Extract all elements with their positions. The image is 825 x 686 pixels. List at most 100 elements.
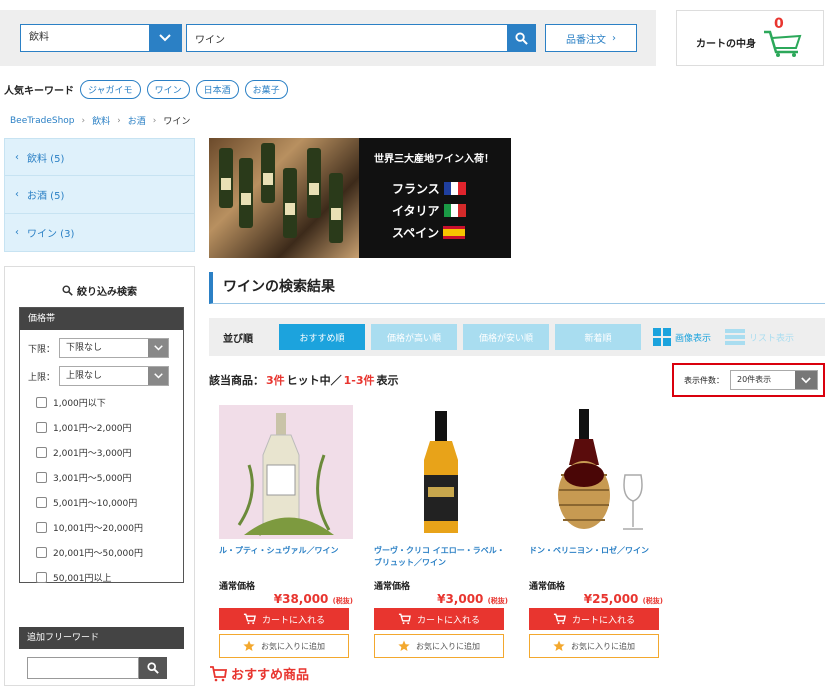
breadcrumb-item[interactable]: 飲料 xyxy=(92,114,110,127)
add-to-favorites-button[interactable]: お気に入りに追加 xyxy=(374,634,504,658)
product-image[interactable] xyxy=(374,405,508,539)
wine-bottles-image xyxy=(219,143,343,243)
price-range-option[interactable]: 2,001円～3,000円 xyxy=(36,444,183,461)
product-price: ¥38,000 (税抜) xyxy=(219,592,353,606)
chevron-left-icon: ‹ xyxy=(15,189,19,200)
product-card: ル・プティ・シュヴァル／ワイン 通常価格 ¥38,000 (税抜) カートに入れ… xyxy=(219,405,353,658)
add-to-cart-button[interactable]: カートに入れる xyxy=(374,608,504,630)
category-item[interactable]: ‹ お酒 (5) xyxy=(4,176,195,214)
chevron-down-icon xyxy=(148,367,169,385)
freeword-heading: 追加フリーワード xyxy=(19,627,184,649)
chevron-down-icon xyxy=(148,339,169,357)
checkbox[interactable] xyxy=(36,422,47,433)
search-input[interactable] xyxy=(187,25,507,51)
image-view-label: 画像表示 xyxy=(675,333,712,344)
tax-note: (税抜) xyxy=(642,597,663,605)
keyword-tag[interactable]: ワイン xyxy=(146,80,190,99)
breadcrumb-home[interactable]: BeeTradeShop xyxy=(10,116,75,126)
checkbox[interactable] xyxy=(36,447,47,458)
cart-icon xyxy=(243,613,256,625)
freeword-search-button[interactable] xyxy=(139,657,167,679)
star-icon xyxy=(553,640,565,651)
breadcrumb-current: ワイン xyxy=(163,117,191,127)
add-to-favorites-button[interactable]: お気に入りに追加 xyxy=(219,634,349,658)
chevron-left-icon: ‹ xyxy=(15,151,19,163)
price-range-option[interactable]: 10,001円～20,000円 xyxy=(36,519,183,536)
checkbox[interactable] xyxy=(36,497,47,508)
star-icon xyxy=(243,640,255,651)
upper-limit-row: 上限： 上限なし xyxy=(28,366,183,386)
category-item[interactable]: ‹ 飲料 (5) xyxy=(4,138,195,176)
price-label: 通常価格 xyxy=(529,582,566,592)
sort-newest[interactable]: 新着順 xyxy=(555,324,641,350)
product-name[interactable]: ル・プティ・シュヴァル／ワイン xyxy=(219,545,353,575)
filter-panel: 絞り込み検索 価格帯 下限： 下限なし 上限： 上限なし 1,000円以下 1,… xyxy=(4,266,195,686)
checkbox[interactable] xyxy=(36,572,47,583)
product-image[interactable] xyxy=(529,405,663,539)
price-range-option[interactable]: 20,001円～50,000円 xyxy=(36,544,183,561)
image-view-toggle[interactable]: 画像表示 xyxy=(653,328,711,346)
price-range-option[interactable]: 3,001円～5,000円 xyxy=(36,469,183,486)
order-by-number-button[interactable]: 品番注文 › xyxy=(545,24,637,52)
cart-button[interactable]: カートの中身 0 xyxy=(676,10,824,66)
add-to-favorites-button[interactable]: お気に入りに追加 xyxy=(529,634,659,658)
star-icon xyxy=(398,640,410,651)
price-filter-heading: 価格帯 xyxy=(20,308,183,330)
keyword-tag[interactable]: ジャガイモ xyxy=(80,80,141,99)
list-view-toggle[interactable]: リスト表示 xyxy=(725,329,794,345)
search-bar: 飲料 品番注文 › xyxy=(0,10,656,66)
recommended-section-title: おすすめ商品 xyxy=(209,664,309,683)
price-range-option[interactable]: 1,000円以下 xyxy=(36,394,183,411)
checkbox[interactable] xyxy=(36,547,47,558)
price-range-label: 50,001円以上 xyxy=(53,574,112,584)
product-image[interactable] xyxy=(219,405,353,539)
category-label: ワイン (3) xyxy=(27,229,75,240)
bottle-image xyxy=(424,411,458,533)
checkbox[interactable] xyxy=(36,397,47,408)
product-card: ドン・ペリニヨン・ロゼ／ワイン 通常価格 ¥25,000 (税抜) カートに入れ… xyxy=(529,405,663,658)
price-range-label: 5,001円～10,000円 xyxy=(53,499,138,509)
category-label: お酒 (5) xyxy=(27,191,65,202)
promo-banner[interactable]: 世界三大産地ワイン入荷！ フランス イタリア スペイン xyxy=(209,138,511,258)
price-range-option[interactable]: 50,001円以上 xyxy=(36,569,183,586)
breadcrumb-separator: › xyxy=(152,115,157,126)
chevron-right-icon: › xyxy=(612,32,616,44)
sort-bar: 並び順 おすすめ順 価格が高い順 価格が安い順 新着順 画像表示 リスト表示 xyxy=(209,318,825,356)
add-to-cart-button[interactable]: カートに入れる xyxy=(529,608,659,630)
results-title: ワインの検索結果 xyxy=(209,272,825,304)
checkbox[interactable] xyxy=(36,522,47,533)
breadcrumb: BeeTradeShop › 飲料 › お酒 › ワイン xyxy=(10,114,191,128)
search-button[interactable] xyxy=(507,25,535,51)
popular-keywords: 人気キーワード ジャガイモ ワイン 日本酒 お菓子 xyxy=(4,80,288,99)
product-price: ¥3,000 (税抜) xyxy=(374,592,508,606)
price-range-option[interactable]: 1,001円～2,000円 xyxy=(36,419,183,436)
lower-limit-select[interactable]: 下限なし xyxy=(59,338,170,358)
hits-prefix: 該当商品： xyxy=(209,374,264,387)
keyword-tag[interactable]: お菓子 xyxy=(244,80,288,99)
search-icon xyxy=(147,662,159,674)
checkbox[interactable] xyxy=(36,472,47,483)
cart-count: 0 xyxy=(774,16,784,32)
product-grid: ル・プティ・シュヴァル／ワイン 通常価格 ¥38,000 (税抜) カートに入れ… xyxy=(219,405,663,658)
breadcrumb-item[interactable]: お酒 xyxy=(128,114,146,127)
freeword-input[interactable] xyxy=(27,657,139,679)
sort-recommended[interactable]: おすすめ順 xyxy=(279,324,365,350)
price-range-label: 20,001円～50,000円 xyxy=(53,549,143,559)
category-item[interactable]: ‹ ワイン (3) xyxy=(4,214,195,252)
keyword-tag[interactable]: 日本酒 xyxy=(195,80,239,99)
add-to-favorites-label: お気に入りに追加 xyxy=(416,641,480,651)
price-range-option[interactable]: 5,001円～10,000円 xyxy=(36,494,183,511)
upper-limit-select[interactable]: 上限なし xyxy=(59,366,170,386)
price-label: 通常価格 xyxy=(219,582,256,592)
per-page-select[interactable]: 20件表示 xyxy=(730,370,818,390)
sort-price-high[interactable]: 価格が高い順 xyxy=(371,324,457,350)
product-name[interactable]: ドン・ペリニヨン・ロゼ／ワイン xyxy=(529,545,663,575)
product-name[interactable]: ヴーヴ・クリコ イエロー・ラベル・ブリュット／ワイン xyxy=(374,545,508,575)
add-to-cart-button[interactable]: カートに入れる xyxy=(219,608,349,630)
spain-flag-icon xyxy=(443,226,466,239)
lower-limit-row: 下限： 下限なし xyxy=(28,338,183,358)
sort-price-low[interactable]: 価格が安い順 xyxy=(463,324,549,350)
price-range-label: 1,000円以下 xyxy=(53,399,106,409)
recommended-title-text: おすすめ商品 xyxy=(231,668,310,683)
category-select[interactable]: 飲料 xyxy=(20,24,182,52)
